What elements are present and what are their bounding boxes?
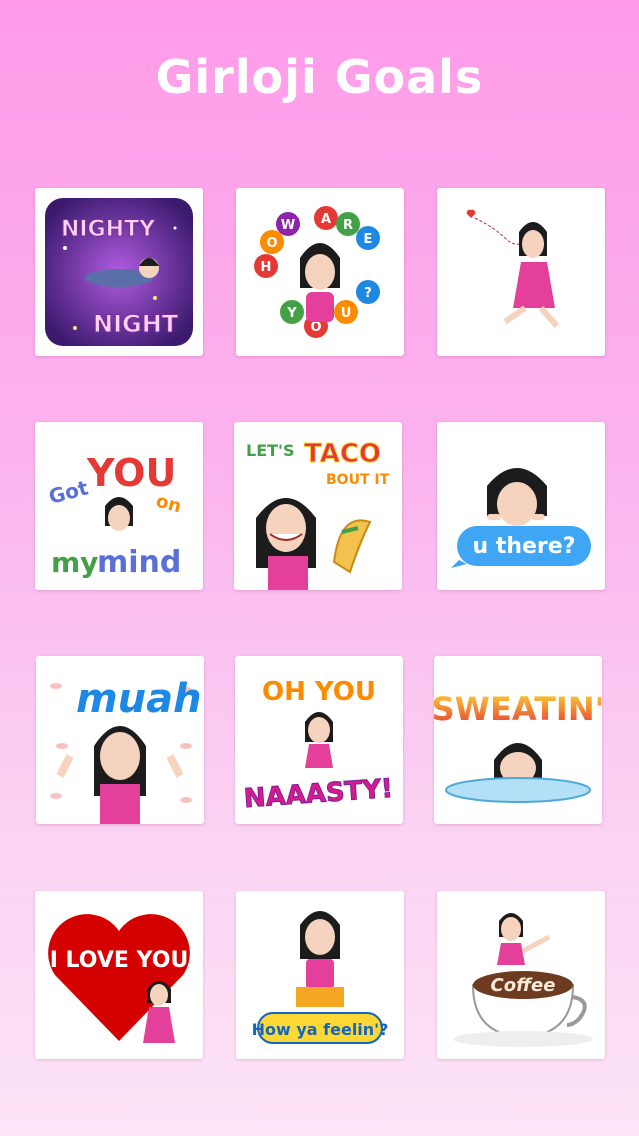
letter: R: [343, 218, 353, 233]
word-lets: LET'S: [246, 441, 294, 460]
got-you-art: Got YOU on my mind: [46, 451, 184, 580]
sticker-lets-taco-bout-it[interactable]: LET'S TACO BOUT IT: [234, 422, 402, 590]
letter: O: [266, 236, 277, 251]
word-taco: TACO: [304, 439, 381, 469]
word-bout-it: BOUT IT: [326, 472, 390, 488]
word-you: YOU: [86, 451, 176, 495]
heart-icon: [466, 209, 476, 218]
sticker-text-2: NIGHT: [93, 310, 179, 338]
word-my: my: [51, 546, 98, 579]
sticker-i-love-you[interactable]: I LOVE YOU: [35, 891, 203, 1059]
word-coffee: Coffee: [491, 975, 556, 996]
nighty-night-art: NIGHTY NIGHT: [45, 198, 193, 346]
letter: O: [310, 320, 321, 335]
letter: E: [364, 232, 373, 247]
sticker-coffee[interactable]: Coffee: [437, 891, 605, 1059]
word-naaasty: NAAASTY!: [243, 774, 394, 814]
page-title: Girloji Goals: [155, 50, 484, 104]
sticker-how-are-you[interactable]: H O W A R E Y O U ?: [236, 188, 404, 356]
sticker-blowing-kiss[interactable]: [437, 188, 605, 356]
letter: Y: [286, 306, 297, 321]
coffee-art: Coffee: [453, 913, 593, 1047]
letter: W: [281, 218, 295, 233]
taco-art: LET'S TACO BOUT IT: [246, 439, 390, 590]
muah-art: muah: [50, 676, 202, 824]
word-i-love-you: I LOVE YOU: [50, 948, 189, 973]
sign-text: How ya feelin'?: [252, 1020, 389, 1039]
i-love-you-art: I LOVE YOU: [48, 914, 190, 1043]
sticker-got-you-on-my-mind[interactable]: Got YOU on my mind: [35, 422, 203, 590]
word-oh-you: OH YOU: [262, 677, 376, 707]
sticker-oh-you-naaasty[interactable]: OH YOU NAAASTY!: [235, 656, 403, 824]
sticker-nighty-night[interactable]: NIGHTY NIGHT: [35, 188, 203, 356]
sticker-sweatin[interactable]: SWEATIN': [434, 656, 602, 824]
sticker-u-there[interactable]: u there?: [437, 422, 605, 590]
u-there-art: u there?: [451, 468, 591, 568]
letter: ?: [364, 286, 372, 301]
word-on: on: [154, 491, 184, 518]
word-mind: mind: [97, 545, 181, 580]
sticker-muah[interactable]: muah: [36, 656, 204, 824]
naaasty-art: OH YOU NAAASTY!: [242, 677, 394, 815]
word-sweatin: SWEATIN': [434, 690, 602, 728]
word-muah: muah: [76, 676, 202, 722]
letter: U: [341, 306, 352, 321]
water-icon: [445, 777, 591, 803]
sweatin-art: SWEATIN': [434, 690, 602, 803]
letter: H: [261, 260, 272, 275]
word-got: Got: [46, 475, 91, 509]
blowing-kiss-art: [466, 209, 560, 328]
letter: A: [321, 212, 331, 227]
sticker-how-ya-feelin[interactable]: How ya feelin'?: [236, 891, 404, 1059]
sticker-text-1: NIGHTY: [61, 217, 156, 242]
how-ya-feelin-art: How ya feelin'?: [252, 911, 389, 1044]
how-are-you-art: H O W A R E Y O U ?: [254, 206, 380, 338]
bubble-text: u there?: [473, 534, 576, 559]
